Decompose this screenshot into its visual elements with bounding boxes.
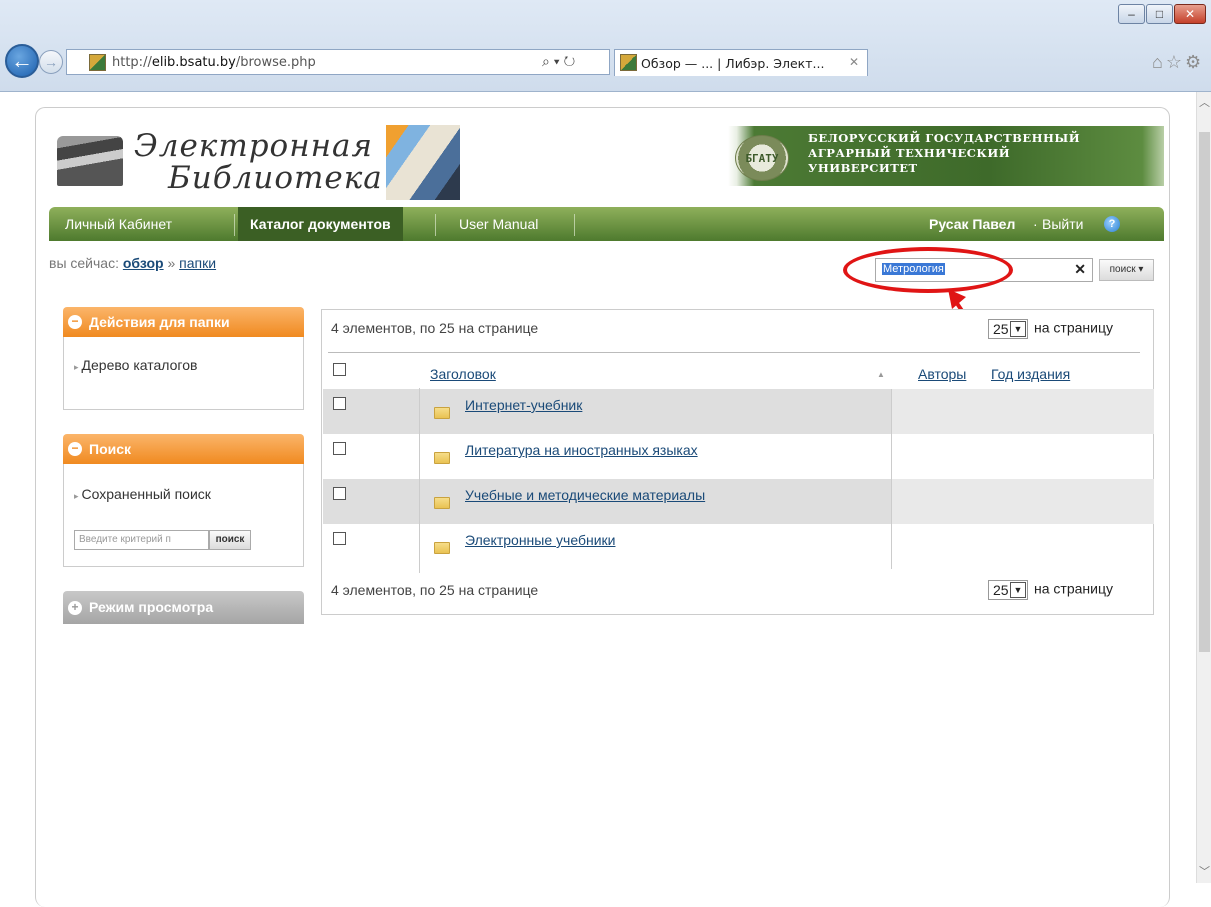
scroll-down-icon[interactable]: ﹀ (1199, 863, 1210, 879)
clear-search-icon[interactable]: ✕ (1074, 261, 1086, 278)
folder-actions-body: Дерево каталогов (63, 337, 304, 410)
nav-divider (234, 214, 235, 236)
nav-divider (435, 214, 436, 236)
back-arrow-icon: ← (11, 48, 33, 73)
folder-icon (434, 497, 450, 509)
folder-icon (434, 407, 450, 419)
breadcrumb-browse-link[interactable]: обзор (123, 255, 164, 271)
site-favicon-icon (89, 54, 106, 71)
chevron-down-icon[interactable]: ▼ (1010, 582, 1026, 598)
column-divider (419, 388, 420, 573)
nav-personal-cabinet[interactable]: Личный Кабинет (65, 207, 172, 241)
column-header-year[interactable]: Год издания (991, 366, 1070, 382)
row-title-link[interactable]: Литература на иностранных языках (465, 442, 698, 458)
logout-link[interactable]: Выйти (1042, 207, 1083, 241)
listing-summary-top: 4 элементов, по 25 на странице (331, 320, 539, 336)
folder-actions-header[interactable]: − Действия для папки (63, 307, 304, 337)
table-row[interactable]: Электронные учебники (323, 524, 1154, 569)
back-button[interactable]: ← (5, 44, 39, 78)
sidebar-search-button[interactable]: поиск (209, 530, 251, 550)
table-row[interactable]: Интернет-учебник (323, 389, 1154, 434)
nav-divider (574, 214, 575, 236)
row-checkbox[interactable] (333, 442, 346, 455)
maximize-button[interactable]: □ (1146, 4, 1173, 24)
scroll-up-icon[interactable]: ︿ (1199, 94, 1210, 110)
vertical-scrollbar[interactable]: ︿ ﹀ (1196, 92, 1211, 883)
address-bar[interactable]: http://elib.bsatu.by/browse.php ⌕ ▾ ↻ (66, 49, 610, 75)
breadcrumb-prefix: вы сейчас: (49, 255, 119, 271)
breadcrumb-sep: » (167, 255, 176, 271)
divider (328, 352, 1140, 353)
folder-icon (434, 452, 450, 464)
per-page-select[interactable]: 25 ▼ (988, 580, 1028, 600)
tab-close-icon[interactable]: ✕ (849, 55, 859, 69)
search-box-body: Сохраненный поиск Введите критерий п пои… (63, 464, 304, 567)
row-title-link[interactable]: Интернет-учебник (465, 397, 582, 413)
university-name-line2: АГРАРНЫЙ ТЕХНИЧЕСКИЙ (808, 146, 1011, 160)
tab-title: Обзор — ... | Либэр. Элект... (641, 56, 825, 71)
catalog-tree-link[interactable]: Дерево каталогов (74, 357, 198, 373)
per-page-select[interactable]: 25 ▼ (988, 319, 1028, 339)
search-button[interactable]: поиск ▾ (1099, 259, 1154, 281)
tab-favicon-icon (620, 54, 637, 71)
chevron-down-icon[interactable]: ▼ (1010, 321, 1026, 337)
url-text[interactable]: http://elib.bsatu.by/browse.php (112, 55, 316, 70)
row-checkbox[interactable] (333, 487, 346, 500)
select-all-checkbox[interactable] (333, 363, 346, 376)
university-name-line1: БЕЛОРУССКИЙ ГОСУДАРСТВЕННЫЙ (808, 131, 1081, 145)
per-page-control-top: 25 ▼ на страницу (988, 319, 1113, 339)
logo-title-line1: Электронная (134, 128, 374, 164)
row-title-link[interactable]: Учебные и методические материалы (465, 487, 705, 503)
table-row[interactable]: Литература на иностранных языках (323, 434, 1154, 479)
collapse-icon[interactable]: − (68, 442, 82, 456)
sort-asc-icon[interactable]: ▲ (877, 370, 885, 379)
folder-actions-title: Действия для папки (89, 314, 230, 330)
sidebar-search-input[interactable]: Введите критерий п (74, 530, 209, 550)
forward-arrow-icon: → (44, 54, 58, 70)
folder-icon (434, 542, 450, 554)
university-abbr: БГАТУ (745, 152, 779, 165)
university-name-line3: УНИВЕРСИТЕТ (808, 161, 918, 175)
nav-user-manual[interactable]: User Manual (459, 207, 538, 241)
nav-user-name[interactable]: Русак Павел (929, 207, 1015, 241)
row-checkbox[interactable] (333, 397, 346, 410)
column-header-authors[interactable]: Авторы (918, 366, 966, 382)
library-logo-icon (57, 136, 123, 186)
listing-panel: 4 элементов, по 25 на странице 25 ▼ на с… (321, 309, 1154, 615)
search-box-header[interactable]: − Поиск (63, 434, 304, 464)
per-page-label: на страницу (1034, 580, 1113, 597)
header-photo (386, 125, 460, 200)
breadcrumb: вы сейчас: обзор » папки (49, 255, 216, 271)
per-page-control-bottom: 25 ▼ на страницу (988, 580, 1113, 600)
expand-icon[interactable]: + (68, 601, 82, 615)
per-page-label: на страницу (1034, 319, 1113, 336)
listing-summary-bottom: 4 элементов, по 25 на странице (331, 582, 539, 598)
browser-tab[interactable]: Обзор — ... | Либэр. Элект... ✕ (614, 49, 868, 76)
scroll-thumb[interactable] (1199, 132, 1210, 652)
nav-document-catalog[interactable]: Каталог документов (238, 207, 403, 241)
view-mode-header[interactable]: + Режим просмотра (63, 591, 304, 624)
help-icon[interactable]: ? (1104, 216, 1120, 232)
collapse-icon[interactable]: − (68, 315, 82, 329)
main-nav: Личный Кабинет Каталог документов User M… (49, 207, 1164, 241)
search-box-title: Поиск (89, 441, 132, 457)
close-window-button[interactable]: ✕ (1174, 4, 1206, 24)
breadcrumb-folders-link[interactable]: папки (179, 255, 216, 271)
search-refresh-icons[interactable]: ⌕ ▾ ↻ (542, 53, 575, 70)
nav-dot: · (1033, 216, 1038, 232)
row-title-link[interactable]: Электронные учебники (465, 532, 615, 548)
browser-chrome: – □ ✕ ← → http://elib.bsatu.by/browse.ph… (0, 0, 1211, 92)
table-row[interactable]: Учебные и методические материалы (323, 479, 1154, 524)
row-checkbox[interactable] (333, 532, 346, 545)
column-header-title[interactable]: Заголовок (430, 366, 496, 382)
minimize-button[interactable]: – (1118, 4, 1145, 24)
home-favorites-settings-icons[interactable]: ⌂☆⚙ (1152, 52, 1204, 73)
forward-button[interactable]: → (39, 50, 63, 74)
logo-title-line2: Библиотека (168, 160, 383, 196)
view-mode-title: Режим просмотра (89, 599, 214, 615)
saved-search-link[interactable]: Сохраненный поиск (74, 486, 211, 502)
